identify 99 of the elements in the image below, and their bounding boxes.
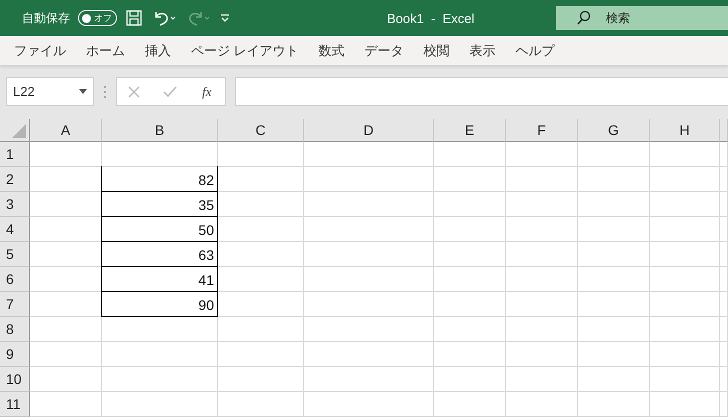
row-header[interactable]: 8 (0, 317, 30, 342)
table-cell (506, 217, 578, 242)
table-cell (578, 217, 650, 242)
table-cell (506, 142, 578, 167)
select-all-button[interactable] (0, 119, 30, 142)
table-cell (650, 242, 720, 267)
ribbon-tab[interactable]: ホーム (76, 36, 135, 65)
name-box[interactable]: L22 (6, 77, 94, 106)
table-cell (578, 392, 650, 417)
dropdown-icon (79, 89, 87, 94)
table-cell: 63 (101, 241, 218, 267)
table-cell (434, 342, 506, 367)
window-title: Book1 - Excel (387, 10, 474, 26)
table-cell (30, 367, 102, 392)
table-cell (506, 342, 578, 367)
column-header[interactable]: H (650, 119, 720, 142)
ribbon-tab[interactable]: ヘルプ (506, 36, 565, 65)
table-cell (650, 217, 720, 242)
table-cell (650, 267, 720, 292)
column-header[interactable]: D (304, 119, 434, 142)
row-header[interactable]: 2 (0, 167, 30, 192)
table-cell (578, 367, 650, 392)
column-header[interactable]: A (30, 119, 102, 142)
ribbon-tab[interactable]: 数式 (308, 36, 355, 65)
corner-triangle-icon (12, 124, 26, 138)
ribbon-tab[interactable]: 挿入 (135, 36, 181, 65)
table-cell: 35 (101, 191, 218, 217)
table-cell (578, 292, 650, 317)
table-cell (434, 142, 506, 167)
table-cell: 82 (101, 166, 218, 192)
table-cell (650, 192, 720, 217)
autosave-toggle[interactable]: オフ (78, 10, 117, 26)
table-cell (506, 167, 578, 192)
table-cell (506, 267, 578, 292)
row-header[interactable]: 4 (0, 217, 30, 242)
table-cell (578, 242, 650, 267)
table-cell (650, 392, 720, 417)
table-cell: 41 (101, 266, 218, 292)
table-cell (578, 142, 650, 167)
table-cell (650, 142, 720, 167)
table-cell (578, 317, 650, 342)
grip-icon (103, 84, 107, 98)
ribbon-tab[interactable]: 校閲 (414, 36, 460, 65)
row-header[interactable]: 11 (0, 392, 30, 417)
table-cell (434, 292, 506, 317)
table-cell (506, 367, 578, 392)
table-cell (434, 392, 506, 417)
insert-function-button[interactable]: fx (200, 84, 214, 100)
ribbon-tab[interactable]: データ (354, 36, 414, 65)
table-cell (650, 342, 720, 367)
table-cell (30, 342, 102, 367)
row-header[interactable]: 5 (0, 242, 30, 267)
table-cell (434, 192, 506, 217)
column-header[interactable]: E (434, 119, 506, 142)
column-header[interactable]: B (102, 119, 218, 142)
column-header[interactable]: G (578, 119, 650, 142)
autosave-label: 自動保存 (22, 10, 70, 26)
ribbon-tab[interactable]: ページ レイアウト (181, 36, 309, 65)
row-header[interactable]: 7 (0, 292, 30, 317)
table-cell (506, 242, 578, 267)
row-header[interactable]: 6 (0, 267, 30, 292)
ribbon-tab[interactable]: ファイル (4, 36, 76, 65)
search-field[interactable]: 検索 (556, 6, 728, 30)
table-cell (578, 267, 650, 292)
table-cell (578, 167, 650, 192)
table-cell (578, 192, 650, 217)
table-cell (30, 392, 102, 417)
table-cell (434, 242, 506, 267)
formula-input[interactable] (235, 77, 728, 106)
table-cell (30, 317, 102, 342)
table-cell (650, 292, 720, 317)
row-header[interactable]: 3 (0, 192, 30, 217)
row-header[interactable]: 1 (0, 142, 30, 167)
table-cell (434, 167, 506, 192)
table-cell: 50 (101, 216, 218, 242)
table-cell (650, 367, 720, 392)
row-header[interactable]: 10 (0, 367, 30, 392)
table-cell (434, 267, 506, 292)
column-header[interactable]: F (506, 119, 578, 142)
column-header[interactable] (720, 119, 728, 142)
table-cell (434, 367, 506, 392)
save-icon[interactable] (125, 9, 143, 27)
column-header[interactable]: C (218, 119, 304, 142)
table-cell (506, 317, 578, 342)
table-cell (650, 167, 720, 192)
table-cell (506, 392, 578, 417)
table-cell (434, 217, 506, 242)
table-cell (650, 317, 720, 342)
row-header[interactable]: 9 (0, 342, 30, 367)
table-cell (506, 292, 578, 317)
table-cell (578, 342, 650, 367)
ribbon-tab[interactable]: 表示 (460, 36, 506, 65)
table-cell (506, 192, 578, 217)
cancel-icon[interactable] (128, 86, 140, 98)
search-icon (576, 10, 592, 26)
table-cell: 90 (101, 291, 218, 317)
check-icon[interactable] (163, 86, 178, 98)
table-cell (434, 317, 506, 342)
table-cell (30, 142, 102, 167)
